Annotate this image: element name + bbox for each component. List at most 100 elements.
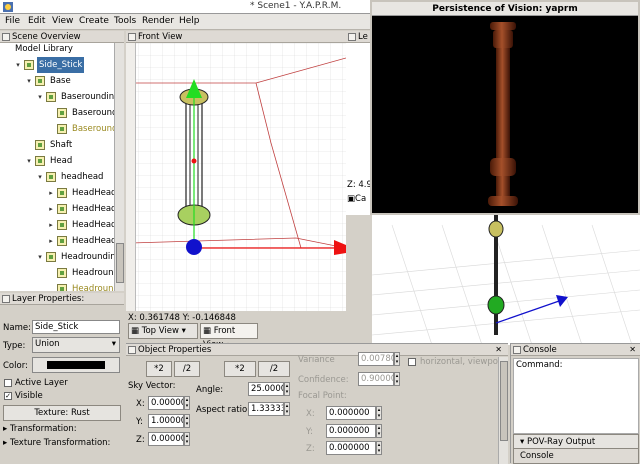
focal-x-field[interactable]: 0.000000 (326, 406, 376, 420)
view-icon: ▦ (131, 326, 140, 336)
sky-x-spinner[interactable]: ▴ ▾ (184, 396, 190, 410)
chevron-down-icon[interactable]: ▾ (36, 89, 44, 105)
focal-z-spinner[interactable]: ▴ ▾ (376, 441, 382, 455)
object-properties-scrollbar[interactable] (498, 357, 508, 464)
front-view-scene (126, 43, 346, 311)
texture-button[interactable]: Texture: Rust (3, 405, 121, 421)
tree-item[interactable]: Shaft (0, 137, 114, 153)
menu-file[interactable]: File (5, 16, 20, 26)
panel-icon (2, 33, 10, 41)
focal-x-spinner[interactable]: ▴ ▾ (376, 406, 382, 420)
angle-spinner[interactable]: ▴ ▾ (284, 382, 290, 396)
tree-item[interactable]: ▾ Headrounding (0, 249, 121, 265)
multiply-sky-button[interactable]: *2 (146, 361, 172, 377)
panel-icon (128, 33, 136, 41)
object-properties-panel: Object Properties ✕ *2 /2 *2 /2 Sky Vect… (126, 343, 508, 464)
perspective-viewport[interactable] (372, 215, 640, 345)
tree-item[interactable]: ▸ HeadHead3 (0, 217, 122, 233)
camera-item[interactable]: ▣Ca (347, 194, 366, 204)
sky-y-spinner[interactable]: ▴ ▾ (184, 414, 190, 428)
tree-item[interactable]: Baseroundin (0, 105, 123, 121)
name-field[interactable]: Side_Stick (32, 320, 120, 334)
tree-item[interactable]: ▸ HeadHead2 (0, 201, 122, 217)
close-icon[interactable]: ✕ (629, 345, 636, 354)
menu-create[interactable]: Create (79, 16, 109, 26)
color-button[interactable] (32, 357, 120, 373)
chevron-down-icon[interactable]: ▾ (25, 153, 33, 169)
menu-help[interactable]: Help (179, 16, 200, 26)
active-layer-checkbox[interactable] (4, 379, 12, 387)
tab-top-view-label: Top View (141, 326, 179, 336)
node-icon (35, 156, 45, 166)
divide-sky-button[interactable]: /2 (174, 361, 200, 377)
type-select[interactable]: Union ▾ (32, 337, 120, 353)
close-icon[interactable]: ✕ (495, 345, 502, 354)
console-output[interactable]: Command: (513, 358, 639, 434)
left-view-viewport[interactable]: Z: 4.9 ▣Ca (346, 43, 370, 215)
chevron-down-icon[interactable]: ▾ (36, 249, 44, 265)
tree-item[interactable]: ▾ Head (0, 153, 114, 169)
tree-item[interactable]: ▾ Base (0, 73, 114, 89)
chevron-right-icon[interactable]: ▸ (47, 233, 55, 249)
sky-z-spinner[interactable]: ▴ ▾ (184, 432, 190, 446)
chevron-down-icon[interactable]: ▾ (25, 73, 33, 89)
tree-item[interactable]: ▾ headhead (0, 169, 114, 185)
variance-field[interactable]: 0.00780 (358, 352, 394, 366)
sky-x-field[interactable]: 0.00000C (148, 396, 184, 410)
variance-spinner[interactable]: ▴ ▾ (394, 352, 400, 366)
node-icon (46, 172, 56, 182)
left-view-z-readout: Z: 4.9 (347, 180, 370, 190)
tab-front-view[interactable]: ▦ Front View ▴ (200, 323, 258, 350)
transformation-expander[interactable]: ▸ Transformation: (3, 424, 77, 434)
tree-item[interactable]: ▾ Baserounding (0, 89, 120, 105)
object-properties-scroll-thumb[interactable] (500, 361, 508, 441)
tab-top-view[interactable]: ▦ Top View ▾ (128, 323, 198, 339)
color-swatch (47, 361, 105, 369)
scene-tree[interactable]: Model Library ▾ Side_Stick ▾ Base ▾ Baseroundi… (0, 43, 124, 291)
tree-item[interactable]: Headroundir (0, 281, 123, 291)
tree-scroll-thumb[interactable] (116, 243, 124, 283)
visible-checkbox[interactable]: ✓ (4, 392, 12, 400)
confidence-spinner[interactable]: ▴ ▾ (394, 372, 400, 386)
menu-bar: File Edit View Create Tools Render Help (0, 14, 372, 30)
tree-item[interactable]: Baseroundin (0, 121, 123, 137)
front-view-viewport[interactable] (126, 43, 346, 311)
chevron-right-icon[interactable]: ▸ (47, 201, 55, 217)
app-icon (3, 2, 13, 12)
aspect-ratio-field[interactable]: 1.33333 (248, 402, 284, 416)
tree-scrollbar[interactable] (114, 43, 124, 291)
focal-y-field[interactable]: 0.000000 (326, 424, 376, 438)
tree-item-label: Side_Stick (37, 57, 85, 73)
tab-console[interactable]: Console (513, 448, 639, 464)
focal-z-field[interactable]: 0.000000 (326, 441, 376, 455)
menu-view[interactable]: View (52, 16, 73, 26)
sky-z-field[interactable]: 0.00000C (148, 432, 184, 446)
aspect-ratio-spinner[interactable]: ▴ ▾ (284, 402, 290, 416)
color-label: Color: (3, 361, 28, 371)
tree-item[interactable]: ▾ Side_Stick (0, 57, 114, 73)
tree-item[interactable]: Model Library (0, 43, 114, 57)
menu-edit[interactable]: Edit (28, 16, 45, 26)
chevron-right-icon[interactable]: ▸ (47, 217, 55, 233)
chevron-right-icon[interactable]: ▸ (47, 185, 55, 201)
render-image (488, 22, 518, 206)
chevron-down-icon[interactable]: ▾ (14, 57, 22, 73)
angle-field[interactable]: 25.0000C (248, 382, 284, 396)
sky-y-label: Y: (136, 417, 143, 427)
tree-item[interactable]: Headroundir (0, 265, 123, 281)
tree-item[interactable]: ▸ HeadHead4 (0, 233, 122, 249)
horizontal-checkbox[interactable] (408, 358, 416, 366)
focal-y-spinner[interactable]: ▴ ▾ (376, 424, 382, 438)
pov-render-window[interactable]: Persistence of Vision: yaprm (370, 0, 640, 215)
tree-item[interactable]: ▸ HeadHead1 (0, 185, 122, 201)
divide-angle-button[interactable]: /2 (258, 361, 290, 377)
multiply-angle-button[interactable]: *2 (224, 361, 256, 377)
chevron-down-icon[interactable]: ▾ (36, 169, 44, 185)
base-shape (487, 295, 505, 315)
texture-transformation-expander[interactable]: ▸ Texture Transformation: (3, 438, 110, 448)
tree-item-label: Shaft (50, 140, 73, 150)
menu-tools[interactable]: Tools (114, 16, 136, 26)
confidence-field[interactable]: 0.90000 (358, 372, 394, 386)
sky-y-field[interactable]: 1.00000C (148, 414, 184, 428)
menu-render[interactable]: Render (142, 16, 174, 26)
